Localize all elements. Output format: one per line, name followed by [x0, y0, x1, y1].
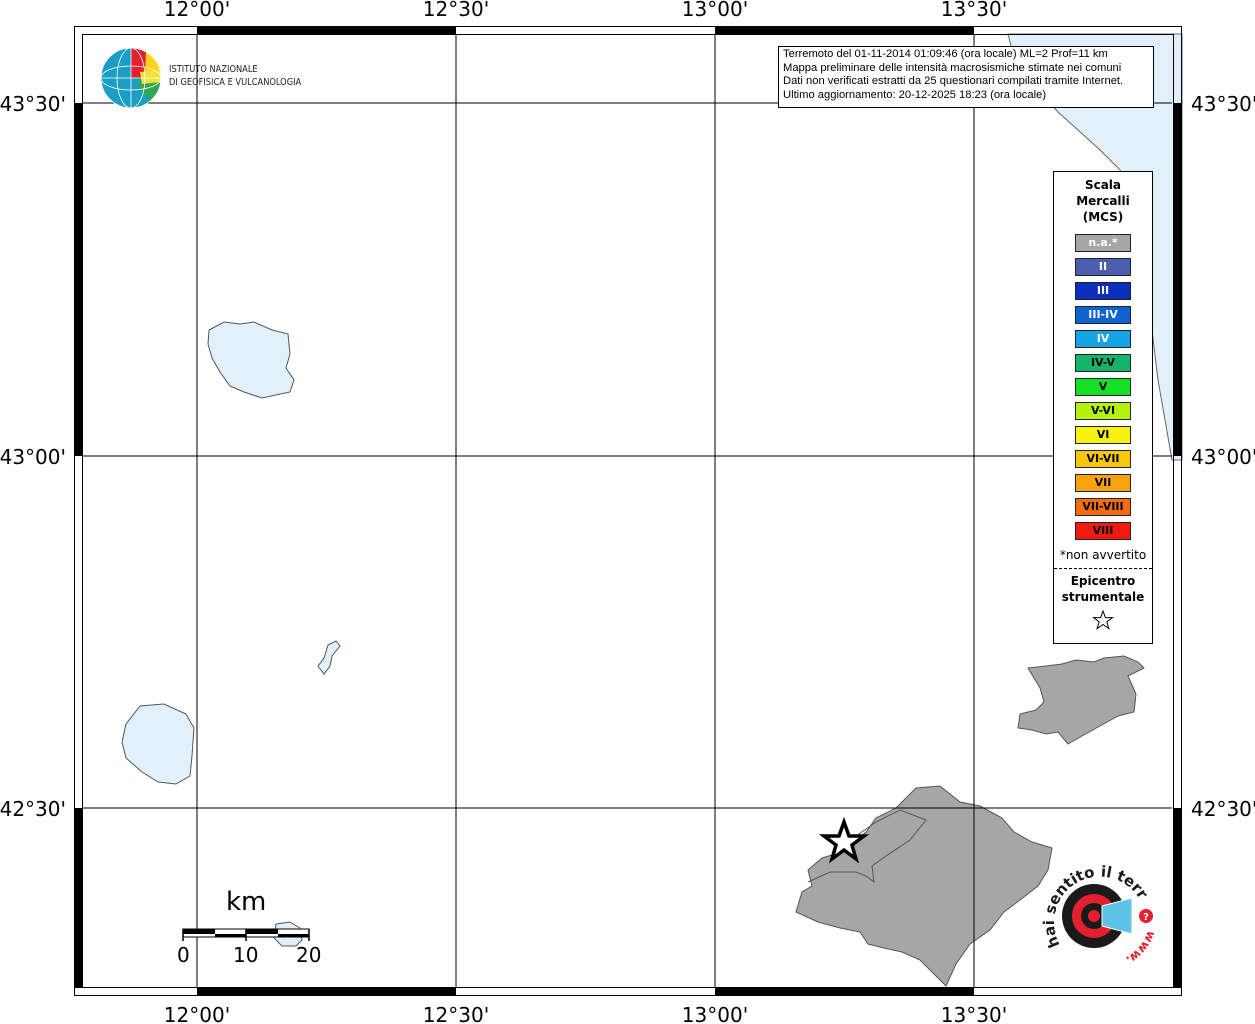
lon-label: 12°30'	[423, 1003, 489, 1024]
legend-note: *non avvertito	[1059, 548, 1147, 562]
lat-label: 42°30'	[1191, 797, 1255, 821]
epicenter-label-line: strumentale	[1061, 590, 1145, 604]
lat-label: 43°30'	[0, 92, 66, 116]
epicenter-star-legend-icon	[1054, 609, 1152, 635]
info-line4: Ultimo aggiornamento: 20-12-2025 18:23 (…	[783, 88, 1047, 101]
lon-label: 13°30'	[941, 0, 1007, 21]
mercalli-legend: Scala Mercalli (MCS) n.a.* II III III-IV IV I…	[1053, 171, 1153, 644]
lon-label: 12°00'	[164, 1003, 230, 1024]
institute-logo-text: ISTITUTO NAZIONALE DI GEOFISICA E VULCAN…	[169, 63, 301, 89]
felt-area-south	[795, 785, 1053, 987]
lon-label: 12°30'	[423, 0, 489, 21]
scale-bar-tick: 0	[177, 943, 190, 967]
scale-bar-tick: 10	[233, 943, 259, 967]
intensity-swatch: VI-VII	[1075, 450, 1131, 468]
intensity-swatch: VII	[1075, 474, 1131, 492]
intensity-swatch: n.a.*	[1075, 234, 1131, 252]
intensity-swatch: V-VI	[1075, 402, 1131, 420]
intensity-swatch: III	[1075, 282, 1131, 300]
intensity-swatch: VI	[1075, 426, 1131, 444]
felt-area-north	[1017, 655, 1145, 745]
longitude-labels-top: 12°00' 12°30' 13°00' 13°30'	[164, 0, 1007, 21]
legend-title-line: Mercalli	[1076, 194, 1130, 208]
lon-label: 12°00'	[164, 0, 230, 21]
latitude-labels-right: 43°30' 43°00' 42°30'	[1191, 92, 1255, 821]
lat-label: 43°30'	[1191, 92, 1255, 116]
legend-title-line: Scala	[1084, 178, 1122, 192]
logo-line2: DI GEOFISICA E VULCANOLOGIA	[169, 77, 302, 88]
intensity-swatch: II	[1075, 258, 1131, 276]
lake-trasimeno	[207, 321, 295, 399]
intensity-swatch: V	[1075, 378, 1131, 396]
logo-line1: ISTITUTO NAZIONALE	[169, 64, 258, 75]
legend-title-line: (MCS)	[1082, 210, 1124, 224]
lon-label: 13°30'	[941, 1003, 1007, 1024]
lat-label: 43°00'	[1191, 445, 1255, 469]
intensity-swatch: IV-V	[1075, 354, 1131, 372]
svg-text:www.: www.	[1124, 929, 1159, 968]
scale-bar-tick: 20	[296, 943, 322, 967]
scale-bar-unit: km	[226, 887, 267, 917]
lon-label: 13°00'	[682, 0, 748, 21]
intensity-scale-list: n.a.* II III III-IV IV IV-V V V-VI VI VI-VII VII VI…	[1054, 234, 1152, 540]
info-line2: Mappa preliminare delle intensità macros…	[783, 61, 1122, 74]
intensity-swatch: VII-VIII	[1075, 498, 1131, 516]
epicenter-label-line: Epicentro	[1070, 574, 1136, 588]
longitude-labels-bottom: 12°00' 12°30' 13°00' 13°30'	[164, 1003, 1007, 1024]
lake-piediluco	[317, 640, 341, 675]
info-line3: Dati non verificati estratti da 25 quest…	[783, 75, 1124, 87]
latitude-labels-left: 43°30' 43°00' 42°30'	[0, 92, 66, 821]
epicenter-legend-label: Epicentro strumentale	[1054, 573, 1152, 605]
intensity-swatch: IV	[1075, 330, 1131, 348]
lat-label: 43°00'	[0, 445, 66, 469]
legend-divider	[1054, 568, 1152, 569]
ingv-globe-icon	[100, 47, 162, 109]
badge-prefix: www.	[1124, 929, 1159, 968]
lon-label: 13°00'	[682, 1003, 748, 1024]
lake-bolsena	[121, 703, 195, 785]
info-line1: Terremoto del 01-11-2014 01:09:46 (ora l…	[783, 48, 1108, 60]
intensity-swatch: III-IV	[1075, 306, 1131, 324]
intensity-swatch: VIII	[1075, 522, 1131, 540]
legend-title: Scala Mercalli (MCS)	[1054, 177, 1152, 225]
lat-label: 42°30'	[0, 797, 66, 821]
svg-text:?: ?	[1143, 912, 1149, 923]
event-info-box: Terremoto del 01-11-2014 01:09:46 (ora l…	[778, 46, 1154, 108]
